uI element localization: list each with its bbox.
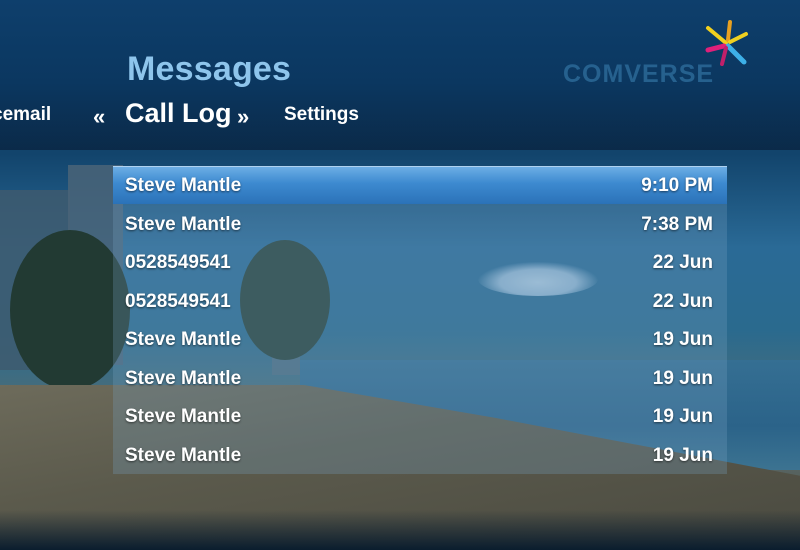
- call-log-row[interactable]: 0528549541 22 Jun: [113, 243, 727, 281]
- footer-shade: [0, 510, 800, 550]
- call-time: 9:10 PM: [641, 175, 713, 196]
- call-log-list: Steve Mantle 9:10 PM Steve Mantle 7:38 P…: [113, 166, 727, 474]
- caller-name: Steve Mantle: [125, 213, 242, 235]
- caller-name: Steve Mantle: [125, 329, 242, 350]
- call-time: 19 Jun: [652, 406, 713, 427]
- call-time: 7:38 PM: [641, 213, 713, 235]
- call-log-row[interactable]: Steve Mantle 19 Jun: [113, 436, 727, 474]
- page-title: Messages: [127, 50, 292, 88]
- call-log-row[interactable]: Steve Mantle 19 Jun: [113, 359, 727, 397]
- palm-tree: [10, 230, 130, 390]
- nav-left-arrow-icon[interactable]: «: [93, 104, 105, 130]
- nav-item-voicemail[interactable]: cemail: [0, 104, 51, 126]
- caller-name: Steve Mantle: [125, 406, 242, 427]
- call-time: 19 Jun: [652, 444, 713, 466]
- section-nav: cemail « Call Log » Settings: [0, 96, 800, 136]
- caller-name: Steve Mantle: [125, 444, 242, 466]
- call-log-row[interactable]: Steve Mantle 9:10 PM: [113, 166, 727, 204]
- call-time: 22 Jun: [652, 252, 713, 273]
- nav-item-settings[interactable]: Settings: [284, 104, 359, 126]
- nav-right-arrow-icon[interactable]: »: [237, 104, 249, 130]
- caller-name: 0528549541: [125, 290, 231, 312]
- call-log-row[interactable]: 0528549541 22 Jun: [113, 282, 727, 320]
- call-log-row[interactable]: Steve Mantle 19 Jun: [113, 397, 727, 435]
- caller-name: Steve Mantle: [125, 175, 242, 196]
- call-log-row[interactable]: Steve Mantle 19 Jun: [113, 320, 727, 358]
- comverse-logo-icon: [705, 20, 748, 66]
- call-time: 19 Jun: [652, 329, 713, 350]
- nav-item-call-log[interactable]: Call Log: [125, 98, 232, 129]
- call-time: 22 Jun: [652, 290, 713, 312]
- caller-name: Steve Mantle: [125, 367, 242, 389]
- call-log-row[interactable]: Steve Mantle 7:38 PM: [113, 205, 727, 243]
- brand-watermark: COMVERSE: [563, 60, 715, 88]
- call-time: 19 Jun: [652, 367, 713, 389]
- caller-name: 0528549541: [125, 252, 231, 273]
